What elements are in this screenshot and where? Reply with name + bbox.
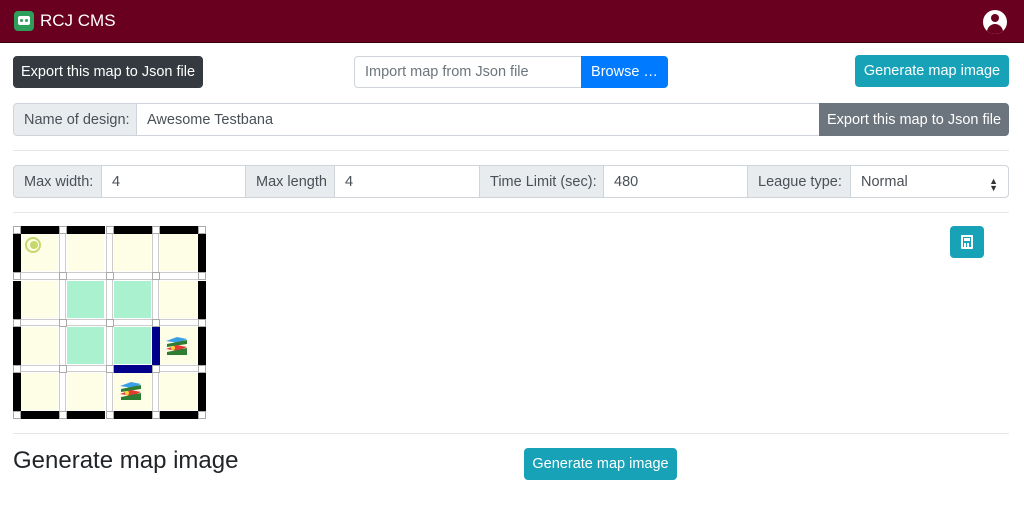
- map-tile[interactable]: [67, 234, 104, 271]
- map-wall[interactable]: [114, 411, 152, 419]
- design-name-input[interactable]: Awesome Testbana: [136, 103, 820, 136]
- generate-image-button[interactable]: Generate map image: [524, 448, 677, 480]
- app-title[interactable]: RCJ CMS: [40, 11, 116, 31]
- map-wall[interactable]: [198, 373, 206, 411]
- select-arrows-icon: ▲ ▼: [989, 176, 998, 193]
- max-width-input[interactable]: 4: [101, 165, 246, 198]
- max-length-input[interactable]: 4: [334, 165, 480, 198]
- robot-icon: [14, 11, 34, 31]
- map-grid[interactable]: [13, 226, 206, 419]
- map-wall[interactable]: [114, 226, 152, 234]
- map-wall[interactable]: [13, 327, 21, 365]
- export-json-button[interactable]: Export this map to Json file: [13, 56, 203, 88]
- map-tile-checkpoint[interactable]: [67, 327, 104, 364]
- time-limit-label: Time Limit (sec):: [479, 165, 604, 198]
- design-name-label: Name of design:: [13, 103, 137, 136]
- export-json-button-secondary[interactable]: Export this map to Json file: [819, 103, 1009, 136]
- user-icon[interactable]: [983, 10, 1007, 34]
- map-tile-checkpoint[interactable]: [114, 281, 151, 318]
- map-wall[interactable]: [13, 281, 21, 319]
- map-tile[interactable]: [21, 281, 58, 318]
- map-wall[interactable]: [21, 226, 59, 234]
- generate-image-button-top[interactable]: Generate map image: [855, 55, 1009, 87]
- map-wall[interactable]: [160, 226, 198, 234]
- map-tile[interactable]: [114, 234, 151, 271]
- league-type-value: Normal: [861, 173, 908, 190]
- map-wall[interactable]: [21, 411, 59, 419]
- map-tile[interactable]: [160, 234, 197, 271]
- map-tile[interactable]: [67, 373, 104, 410]
- map-wall[interactable]: [67, 411, 105, 419]
- map-wall-special[interactable]: [114, 365, 152, 373]
- map-wall[interactable]: [198, 327, 206, 365]
- map-wall[interactable]: [67, 226, 105, 234]
- victim-icon: [166, 337, 187, 355]
- generate-section-title: Generate map image: [13, 447, 239, 474]
- start-icon: [25, 237, 41, 253]
- max-width-label: Max width:: [13, 165, 102, 198]
- map-tile-checkpoint[interactable]: [67, 281, 104, 318]
- top-navbar: RCJ CMS: [0, 0, 1024, 43]
- map-tile[interactable]: [160, 373, 197, 410]
- map-tile[interactable]: [160, 281, 197, 318]
- import-json-input[interactable]: Import map from Json file: [354, 56, 582, 88]
- map-tile[interactable]: [21, 327, 58, 364]
- map-tile[interactable]: [21, 373, 58, 410]
- victim-icon: [120, 382, 141, 400]
- map-wall[interactable]: [160, 411, 198, 419]
- time-limit-input[interactable]: 480: [603, 165, 748, 198]
- divider: [13, 433, 1009, 434]
- max-length-label: Max length: [245, 165, 335, 198]
- map-wall[interactable]: [13, 234, 21, 272]
- map-wall[interactable]: [198, 234, 206, 272]
- map-wall-special[interactable]: [152, 327, 160, 365]
- divider: [13, 150, 1009, 151]
- league-type-select[interactable]: Normal ▲ ▼: [850, 165, 1009, 198]
- league-type-label: League type:: [747, 165, 851, 198]
- map-wall[interactable]: [13, 373, 21, 411]
- map-wall[interactable]: [198, 281, 206, 319]
- calculator-button[interactable]: [950, 226, 984, 258]
- calculator-icon: [961, 235, 973, 249]
- divider: [13, 212, 1009, 213]
- map-tile-checkpoint[interactable]: [114, 327, 151, 364]
- browse-button[interactable]: Browse …: [581, 56, 668, 88]
